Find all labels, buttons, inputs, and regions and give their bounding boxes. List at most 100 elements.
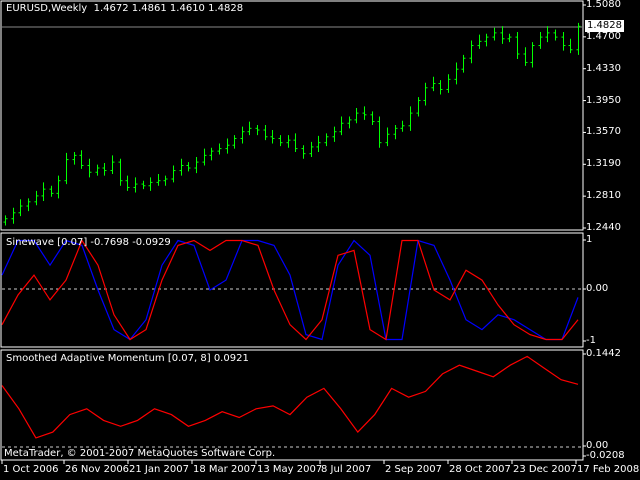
price-bar xyxy=(163,175,168,186)
price-bar xyxy=(477,34,482,49)
price-bar xyxy=(263,124,268,141)
price-bar xyxy=(507,33,512,43)
price-bar xyxy=(133,177,138,193)
price-bar xyxy=(454,62,459,85)
price-bar xyxy=(347,116,352,129)
price-bar xyxy=(362,106,367,120)
sine-axis-label: 1 xyxy=(586,234,593,245)
price-axis-label: 1.3950 xyxy=(586,94,621,106)
price-axis-label: 1.2810 xyxy=(586,190,621,202)
price-bar xyxy=(545,26,550,43)
price-bar xyxy=(515,32,520,60)
symbol-label: EURUSD,Weekly xyxy=(6,3,88,14)
price-bar xyxy=(171,165,176,183)
price-bar xyxy=(56,175,61,199)
price-bar xyxy=(553,29,558,41)
price-bar xyxy=(240,126,245,144)
price-bar xyxy=(500,26,505,44)
price-bar xyxy=(523,47,528,66)
price-bar xyxy=(232,135,237,149)
main-panel-frame xyxy=(0,0,584,231)
price-bar xyxy=(209,147,214,161)
price-bar xyxy=(538,32,543,49)
price-bar xyxy=(576,22,581,55)
price-bar xyxy=(11,207,16,224)
price-bar xyxy=(87,158,92,178)
price-bar xyxy=(354,108,359,124)
price-bar xyxy=(400,120,405,132)
price-bar xyxy=(324,133,329,147)
leadsine-line xyxy=(1,239,579,341)
price-bar xyxy=(118,158,123,186)
price-bar xyxy=(110,155,115,174)
price-axis-label: 1.4700 xyxy=(586,30,621,42)
price-bar xyxy=(79,150,84,169)
price-bar xyxy=(339,116,344,136)
momentum-title: Smoothed Adaptive Momentum [0.07, 8] 0.0… xyxy=(6,353,249,364)
price-bar xyxy=(141,180,146,190)
price-axis-label: 1.4330 xyxy=(586,62,621,74)
price-bar xyxy=(225,138,230,154)
price-bar xyxy=(484,33,489,47)
x-axis-label: 2 Sep 2007 xyxy=(385,464,443,475)
price-bar xyxy=(309,141,314,158)
price-bar xyxy=(461,54,466,73)
price-bar xyxy=(3,215,8,226)
price-bar xyxy=(316,135,321,152)
price-bar xyxy=(194,157,199,174)
price-bar xyxy=(431,76,436,92)
price-bar xyxy=(125,175,130,191)
price-bar xyxy=(469,40,474,64)
price-axis-label: 1.2440 xyxy=(586,222,621,233)
x-axis-label: 21 Jan 2007 xyxy=(129,464,189,475)
copyright-text: MetaTrader, © 2001-2007 MetaQuotes Softw… xyxy=(4,448,276,459)
momentum-panel-frame xyxy=(0,349,584,461)
x-axis-label: 8 Jul 2007 xyxy=(321,464,372,475)
price-bar xyxy=(332,126,337,142)
momentum-line xyxy=(1,355,579,439)
price-bar xyxy=(423,82,428,106)
price-bar xyxy=(72,151,77,165)
price-bar xyxy=(41,182,46,201)
x-axis-label: 18 Mar 2007 xyxy=(193,464,257,475)
price-bar xyxy=(561,32,566,51)
sinewave-title: Sinewave [0.07] -0.7698 -0.0929 xyxy=(6,237,171,248)
chart-title: EURUSD,Weekly 1.4672 1.4861 1.4610 1.482… xyxy=(6,3,243,14)
ohlc-label: 1.4672 1.4861 1.4610 1.4828 xyxy=(93,3,244,14)
x-axis-label: 26 Nov 2006 xyxy=(65,464,130,475)
price-bar xyxy=(416,97,421,117)
price-bar xyxy=(286,135,291,148)
x-axis-label: 23 Dec 2007 xyxy=(513,464,577,475)
price-bar xyxy=(247,121,252,136)
price-bar xyxy=(370,111,375,125)
price-bar xyxy=(568,38,573,54)
sine-axis-label: 0.00 xyxy=(586,283,609,294)
x-axis-label: 13 May 2007 xyxy=(257,464,323,475)
price-bar xyxy=(26,198,31,212)
price-bar xyxy=(102,162,107,176)
price-axis-label: 1.3570 xyxy=(586,126,621,138)
price-bar xyxy=(255,124,260,136)
price-bar xyxy=(446,74,451,93)
price-bar xyxy=(278,135,283,147)
price-bar xyxy=(293,133,298,152)
momentum-axis-label: 0.1442 xyxy=(586,348,621,359)
x-axis-label: 17 Feb 2008 xyxy=(577,464,640,475)
price-bar xyxy=(377,116,382,148)
price-bar xyxy=(492,27,497,41)
price-bar xyxy=(530,42,535,68)
price-bar xyxy=(34,190,39,206)
price-bar xyxy=(438,80,443,95)
price-bar xyxy=(148,177,153,191)
price-bar xyxy=(408,106,413,131)
price-bar xyxy=(202,148,207,166)
price-bar xyxy=(186,162,191,172)
price-bar xyxy=(270,130,275,144)
x-axis-label: 28 Oct 2007 xyxy=(449,464,511,475)
price-bar xyxy=(95,164,100,176)
price-axis-label: 1.5080 xyxy=(586,0,621,10)
momentum-axis-label: -0.0208 xyxy=(586,450,625,461)
price-bar xyxy=(64,152,69,185)
price-bar xyxy=(393,124,398,140)
sine-axis-label: -1 xyxy=(586,335,596,346)
